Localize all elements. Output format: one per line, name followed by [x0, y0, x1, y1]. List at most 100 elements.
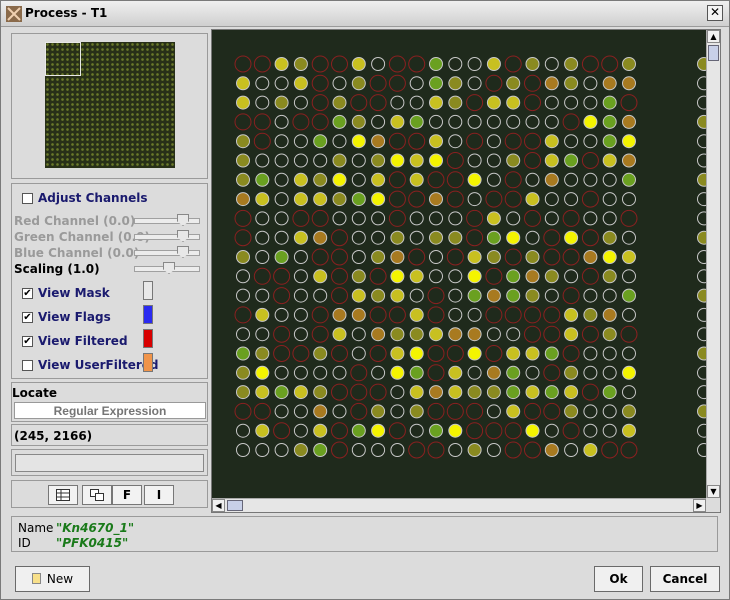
microarray-image-view[interactable]: ▲ ▼ ◀ ▶: [211, 29, 721, 513]
spot[interactable]: [524, 74, 541, 92]
spot[interactable]: [622, 230, 636, 245]
spot[interactable]: [486, 443, 501, 457]
spot[interactable]: [371, 365, 386, 380]
spot[interactable]: [331, 441, 348, 459]
spot[interactable]: [313, 423, 328, 438]
vertical-scrollbar[interactable]: ▲ ▼: [706, 30, 720, 498]
spot[interactable]: [524, 306, 541, 324]
spot[interactable]: [236, 269, 250, 284]
spot[interactable]: [293, 250, 308, 264]
green-channel-slider[interactable]: [134, 230, 200, 242]
i-button[interactable]: I: [144, 485, 174, 505]
spot[interactable]: [292, 113, 310, 131]
spot[interactable]: [601, 441, 619, 459]
spot[interactable]: [313, 153, 328, 168]
spot[interactable]: [602, 269, 617, 284]
spot[interactable]: [274, 114, 289, 129]
spot[interactable]: [255, 423, 270, 438]
spot[interactable]: [504, 55, 522, 73]
spot[interactable]: [602, 134, 617, 149]
spot[interactable]: [369, 306, 387, 324]
spot-grid[interactable]: [212, 30, 706, 498]
spot[interactable]: [448, 114, 463, 129]
spot[interactable]: [448, 269, 463, 284]
spot[interactable]: [351, 172, 366, 187]
spot[interactable]: [234, 229, 252, 247]
grid-view-button[interactable]: [48, 485, 78, 505]
spot[interactable]: [388, 306, 406, 324]
spot[interactable]: [427, 306, 445, 324]
spot[interactable]: [236, 443, 250, 457]
spot[interactable]: [253, 132, 271, 150]
spot[interactable]: [506, 385, 521, 400]
spot[interactable]: [350, 364, 368, 382]
spot[interactable]: [466, 229, 484, 247]
spot[interactable]: [351, 192, 366, 207]
spot[interactable]: [255, 443, 270, 457]
spot[interactable]: [583, 423, 598, 438]
spot[interactable]: [525, 269, 540, 284]
spot[interactable]: [369, 94, 387, 112]
spot[interactable]: [369, 383, 387, 401]
blue-channel-slider-thumb[interactable]: [177, 246, 189, 258]
spot[interactable]: [583, 95, 598, 110]
spot[interactable]: [467, 114, 482, 129]
spot[interactable]: [388, 74, 406, 92]
spot[interactable]: [331, 422, 348, 440]
spot[interactable]: [622, 385, 636, 400]
spot[interactable]: [409, 269, 424, 284]
spot[interactable]: [313, 443, 328, 457]
spot[interactable]: [274, 230, 289, 245]
spot[interactable]: [524, 402, 541, 420]
spot[interactable]: [504, 306, 522, 324]
spot[interactable]: [293, 288, 308, 303]
spot[interactable]: [544, 134, 559, 149]
spot[interactable]: [331, 55, 348, 73]
spot[interactable]: [274, 57, 289, 71]
spot[interactable]: [525, 346, 540, 361]
spot[interactable]: [486, 404, 501, 419]
spot[interactable]: [506, 230, 521, 245]
spot[interactable]: [429, 95, 443, 110]
spot[interactable]: [234, 113, 252, 131]
spot[interactable]: [253, 55, 271, 73]
spot[interactable]: [583, 443, 598, 457]
spot[interactable]: [448, 211, 463, 226]
spot[interactable]: [293, 385, 308, 400]
spot[interactable]: [544, 76, 559, 91]
spot[interactable]: [697, 153, 707, 168]
spot[interactable]: [581, 325, 599, 343]
spot[interactable]: [622, 423, 636, 438]
view-flags-checkbox[interactable]: ✔: [22, 312, 33, 323]
spot[interactable]: [504, 441, 522, 459]
spot[interactable]: [467, 192, 482, 207]
spot[interactable]: [544, 95, 559, 110]
spot[interactable]: [697, 114, 707, 129]
spot[interactable]: [564, 153, 579, 168]
close-button[interactable]: ✕: [707, 5, 723, 21]
spot[interactable]: [274, 250, 289, 264]
spot[interactable]: [332, 172, 347, 187]
spot[interactable]: [409, 172, 424, 187]
spot[interactable]: [564, 172, 579, 187]
spot[interactable]: [466, 402, 484, 420]
spot[interactable]: [448, 95, 463, 110]
spot[interactable]: [697, 404, 707, 419]
spot[interactable]: [293, 57, 308, 71]
spot[interactable]: [697, 134, 707, 149]
spot[interactable]: [331, 267, 348, 285]
spot[interactable]: [524, 325, 541, 343]
spot[interactable]: [350, 383, 368, 401]
spot[interactable]: [467, 385, 482, 400]
spot[interactable]: [351, 327, 366, 342]
spot[interactable]: [446, 248, 464, 266]
spot[interactable]: [390, 288, 405, 303]
spot[interactable]: [409, 307, 424, 322]
spot[interactable]: [274, 211, 289, 226]
spot[interactable]: [506, 346, 521, 361]
spot[interactable]: [371, 57, 386, 71]
spot[interactable]: [255, 346, 270, 361]
spot[interactable]: [429, 327, 443, 342]
spot[interactable]: [371, 230, 386, 245]
spot[interactable]: [236, 327, 250, 342]
